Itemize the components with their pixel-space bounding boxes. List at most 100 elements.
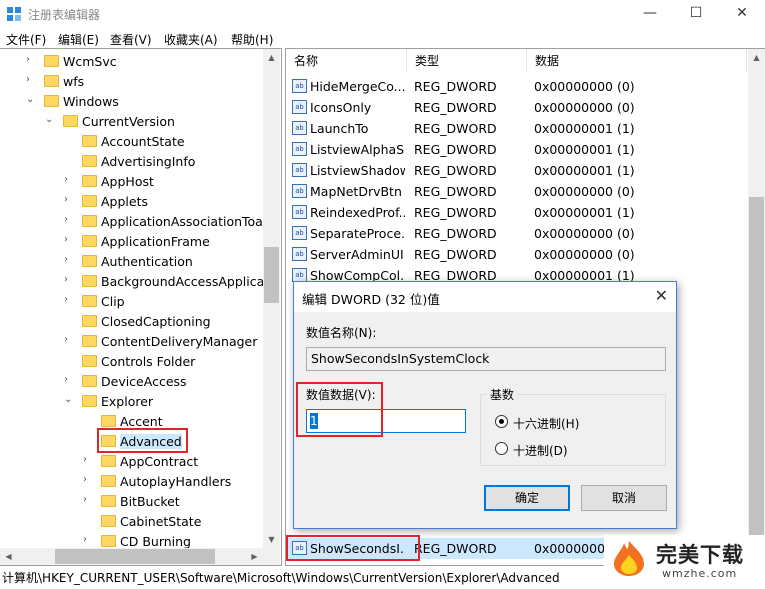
tree-item-label: AccountState	[101, 134, 185, 149]
scroll-thumb[interactable]	[749, 197, 764, 537]
list-vertical-scrollbar[interactable]: ▲ ▼	[748, 49, 765, 565]
folder-icon	[44, 55, 59, 67]
tree-item-label: AppContract	[120, 454, 199, 469]
menu-edit[interactable]: 编辑(E)	[58, 31, 99, 48]
menu-bar: 文件(F) 编辑(E) 查看(V) 收藏夹(A) 帮助(H)	[0, 28, 765, 48]
value-name: ListviewShadow	[310, 163, 405, 178]
watermark: 完美下载 wmzhe.com	[604, 535, 765, 585]
expand-chevron-icon[interactable]: ›	[83, 534, 93, 545]
scroll-right-arrow-icon[interactable]: ▶	[246, 548, 263, 565]
reg-dword-icon: ab	[292, 121, 307, 135]
tree-item-label: Explorer	[101, 394, 154, 409]
expand-chevron-icon[interactable]: ›	[64, 234, 74, 245]
expand-chevron-icon[interactable]: ›	[64, 194, 74, 205]
column-header-type[interactable]: 类型	[407, 49, 527, 73]
expand-chevron-icon[interactable]: ›	[64, 254, 74, 265]
key-tree[interactable]: › WcmSvc › wfs ⌄ Windows ⌄ CurrentVersion Accoun…	[0, 48, 282, 566]
folder-icon	[82, 375, 97, 387]
value-name: ServerAdminUI	[310, 247, 404, 262]
value-data: 0x00000001 (1)	[534, 205, 635, 220]
window-title: 注册表编辑器	[28, 8, 101, 22]
tree-item-label: WcmSvc	[63, 54, 117, 69]
folder-icon	[82, 135, 97, 147]
tree-item-label: CurrentVersion	[82, 114, 175, 129]
tree-item-label: Controls Folder	[101, 354, 196, 369]
scroll-up-arrow-icon[interactable]: ▲	[748, 49, 765, 66]
collapse-chevron-icon[interactable]: ⌄	[45, 114, 55, 125]
scroll-thumb[interactable]	[264, 247, 279, 303]
scroll-down-arrow-icon[interactable]: ▼	[263, 531, 280, 548]
folder-icon	[82, 315, 97, 327]
folder-icon	[63, 115, 78, 127]
maximize-button[interactable]: ☐	[673, 0, 719, 28]
expand-chevron-icon[interactable]: ›	[83, 494, 93, 505]
hex-radio[interactable]	[495, 415, 508, 428]
value-row[interactable]: ab HideMergeCo... REG_DWORD 0x00000000 (0)	[286, 76, 746, 97]
column-header-data[interactable]: 数据	[527, 49, 747, 73]
minimize-button[interactable]: —	[627, 0, 673, 28]
collapse-chevron-icon[interactable]: ⌄	[26, 94, 36, 105]
value-row[interactable]: abListviewAlphaS... REG_DWORD 0x00000001 (…	[286, 139, 746, 160]
scroll-thumb[interactable]	[55, 549, 215, 564]
tree-vertical-scrollbar[interactable]: ▲ ▼	[263, 49, 280, 565]
cancel-button[interactable]: 取消	[581, 485, 667, 511]
scroll-left-arrow-icon[interactable]: ◀	[0, 548, 17, 565]
column-header-name[interactable]: 名称	[286, 49, 407, 73]
ok-button[interactable]: 确定	[484, 485, 570, 511]
menu-file[interactable]: 文件(F)	[6, 31, 46, 48]
expand-chevron-icon[interactable]: ›	[64, 174, 74, 185]
expand-chevron-icon[interactable]: ›	[64, 294, 74, 305]
value-row[interactable]: ab ListviewShadow REG_DWORD 0x00000001 (1)	[286, 160, 746, 181]
tree-item-label: Clip	[101, 294, 125, 309]
tree-item-label: Accent	[120, 414, 163, 429]
folder-icon	[82, 255, 97, 267]
reg-dword-icon: ab	[292, 184, 307, 198]
value-type: REG_DWORD	[414, 142, 497, 157]
dialog-title-bar: 编辑 DWORD (32 位)值 ✕	[294, 282, 676, 312]
value-name: MapNetDrvBtn	[310, 184, 402, 199]
value-row[interactable]: ab ServerAdminUI REG_DWORD 0x00000000 (0)	[286, 244, 746, 265]
value-name: ListviewAlphaS...	[310, 142, 405, 157]
value-row[interactable]: ab IconsOnly REG_DWORD 0x00000000 (0)	[286, 97, 746, 118]
value-data: 0x00000000 (0)	[534, 247, 635, 262]
base-groupbox: 基数 十六进制(H) 十进制(D)	[480, 386, 666, 466]
expand-chevron-icon[interactable]: ›	[26, 54, 36, 65]
value-name-field: ShowSecondsInSystemClock	[306, 347, 666, 371]
expand-chevron-icon[interactable]: ›	[64, 214, 74, 225]
expand-chevron-icon[interactable]: ›	[64, 374, 74, 385]
expand-chevron-icon[interactable]: ›	[64, 274, 74, 285]
tree-item-label: wfs	[63, 74, 85, 89]
menu-help[interactable]: 帮助(H)	[231, 31, 273, 48]
expand-chevron-icon[interactable]: ›	[83, 454, 93, 465]
value-row[interactable]: ab SeparateProce... REG_DWORD 0x00000000 (0…	[286, 223, 746, 244]
highlight-box-advanced	[97, 428, 188, 453]
tree-horizontal-scrollbar[interactable]: ◀ ▶	[0, 548, 263, 565]
value-row[interactable]: ab MapNetDrvBtn REG_DWORD 0x00000000 (0)	[286, 181, 746, 202]
value-name: HideMergeCo...	[310, 79, 405, 94]
decimal-radio[interactable]	[495, 442, 508, 455]
value-name: LaunchTo	[310, 121, 369, 136]
value-type: REG_DWORD	[414, 247, 497, 262]
close-button[interactable]: ✕	[719, 0, 765, 28]
scroll-up-arrow-icon[interactable]: ▲	[263, 49, 280, 66]
reg-dword-icon: ab	[292, 247, 307, 261]
hex-radio-label[interactable]: 十六进制(H)	[513, 415, 579, 432]
menu-view[interactable]: 查看(V)	[110, 31, 152, 48]
tree-item-label: ApplicationFrame	[101, 234, 210, 249]
value-name-label: 数值名称(N):	[306, 326, 377, 340]
expand-chevron-icon[interactable]: ›	[64, 334, 74, 345]
menu-favorites[interactable]: 收藏夹(A)	[164, 31, 218, 48]
folder-icon	[101, 455, 116, 467]
value-type: REG_DWORD	[414, 100, 497, 115]
tree-item-label: Windows	[63, 94, 119, 109]
expand-chevron-icon[interactable]: ›	[26, 74, 36, 85]
tree-item-label: AdvertisingInfo	[101, 154, 196, 169]
value-row[interactable]: ab ReindexedProf... REG_DWORD 0x00000001 (1…	[286, 202, 746, 223]
dialog-close-icon[interactable]: ✕	[655, 286, 668, 305]
value-type: REG_DWORD	[414, 184, 497, 199]
value-row[interactable]: ab LaunchTo REG_DWORD 0x00000001 (1)	[286, 118, 746, 139]
expand-chevron-icon[interactable]: ›	[83, 474, 93, 485]
decimal-radio-label[interactable]: 十进制(D)	[513, 442, 568, 459]
collapse-chevron-icon[interactable]: ⌄	[64, 394, 74, 405]
folder-icon	[82, 195, 97, 207]
